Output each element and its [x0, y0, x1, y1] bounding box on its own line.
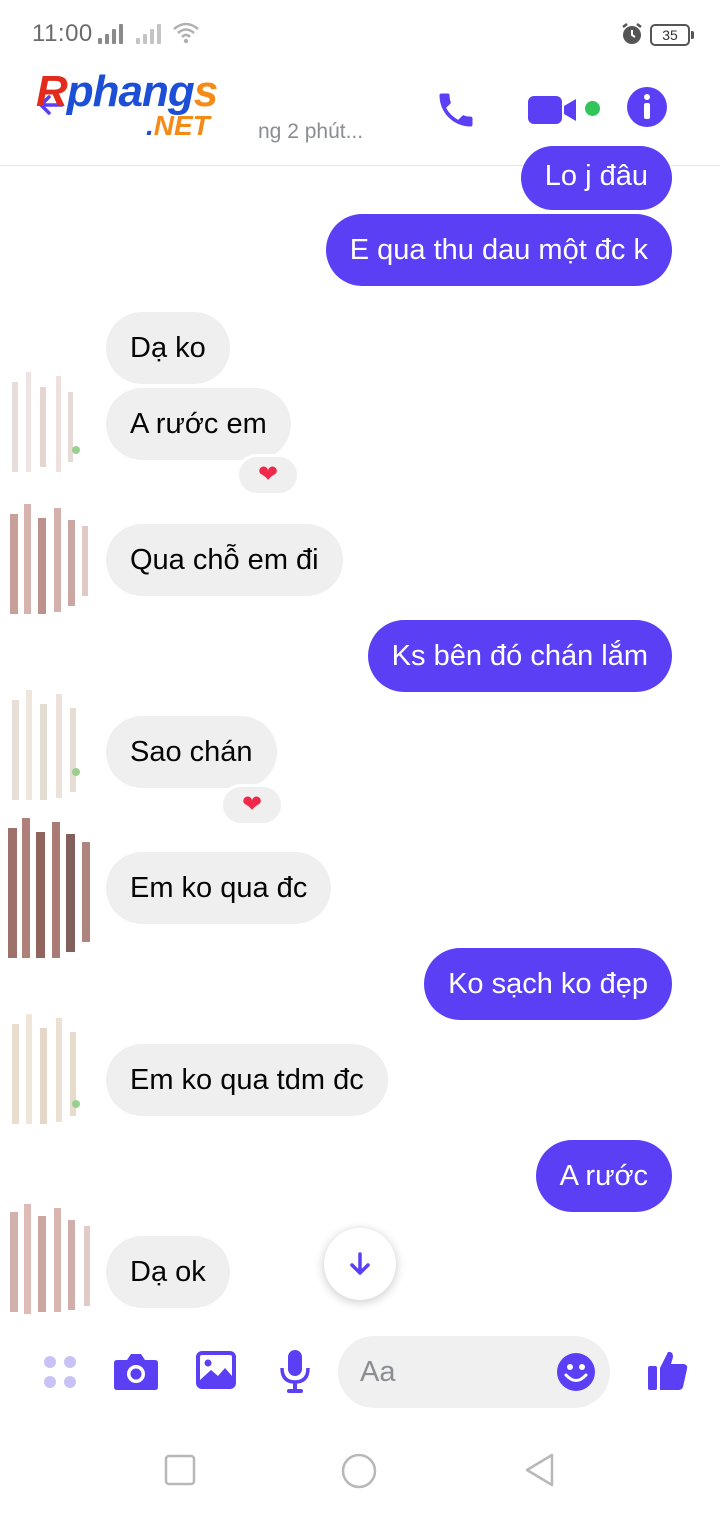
avatar[interactable]	[4, 1004, 100, 1144]
heart-reaction[interactable]: ❤	[236, 454, 300, 496]
voice-call-icon[interactable]	[434, 88, 478, 132]
recent-apps-icon[interactable]	[164, 1454, 196, 1486]
message-sent[interactable]: Ko sạch ko đẹp	[424, 948, 672, 1020]
message-sent[interactable]: Lo j đâu	[520, 146, 672, 210]
watermark-logo: Rphangs .NET	[36, 67, 218, 142]
message-sent[interactable]: A rước	[535, 1140, 672, 1212]
status-bar: 11:00 35	[0, 0, 720, 64]
signal-icon	[98, 24, 123, 44]
message-input[interactable]	[360, 1336, 540, 1408]
gallery-icon[interactable]	[195, 1350, 237, 1390]
heart-reaction[interactable]: ❤	[220, 784, 284, 826]
logo-wordmark: Rphangs	[36, 67, 218, 116]
avatar[interactable]	[4, 362, 100, 502]
avatar[interactable]	[4, 496, 100, 636]
active-status: ng 2 phút...	[258, 120, 364, 143]
avatar[interactable]	[4, 680, 100, 820]
logo-sub: .NET	[146, 110, 210, 141]
message-received[interactable]: A rước em	[106, 388, 291, 460]
camera-icon[interactable]	[113, 1350, 159, 1392]
apps-icon[interactable]	[40, 1352, 80, 1392]
message-received[interactable]: Dạ ko	[106, 312, 230, 384]
info-icon[interactable]	[626, 86, 668, 128]
battery-icon: 35	[650, 24, 694, 46]
alarm-icon	[622, 23, 642, 44]
message-sent[interactable]: E qua thu dau một đc k	[325, 214, 672, 286]
message-received[interactable]: Dạ ok	[106, 1236, 230, 1308]
online-indicator	[585, 101, 600, 116]
message-received[interactable]: Sao chán	[106, 716, 277, 788]
message-received[interactable]: Qua chỗ em đi	[106, 524, 343, 596]
message-composer	[0, 1318, 720, 1428]
system-nav-bar	[0, 1428, 720, 1520]
wifi-icon	[173, 22, 199, 44]
status-time: 11:00	[32, 20, 93, 47]
like-icon[interactable]	[646, 1348, 690, 1392]
message-input-field[interactable]	[338, 1336, 610, 1408]
emoji-icon[interactable]	[556, 1352, 596, 1392]
mic-icon[interactable]	[278, 1348, 312, 1394]
messenger-chat-screen: 11:00 35 Rphangs .NET ng 2 phút... Lo j …	[0, 0, 720, 1520]
scroll-to-bottom-button[interactable]	[324, 1228, 396, 1300]
signal-2-icon	[136, 24, 161, 44]
avatar[interactable]	[4, 1200, 100, 1318]
message-sent[interactable]: Ks bên đó chán lắm	[367, 620, 672, 692]
message-received[interactable]: Em ko qua đc	[106, 852, 332, 924]
avatar[interactable]	[4, 812, 100, 972]
message-received[interactable]: Em ko qua tdm đc	[106, 1044, 388, 1116]
video-call-icon[interactable]	[528, 92, 580, 128]
home-icon[interactable]	[340, 1452, 378, 1490]
arrow-down-icon	[350, 1252, 370, 1275]
back-icon[interactable]	[522, 1452, 556, 1488]
